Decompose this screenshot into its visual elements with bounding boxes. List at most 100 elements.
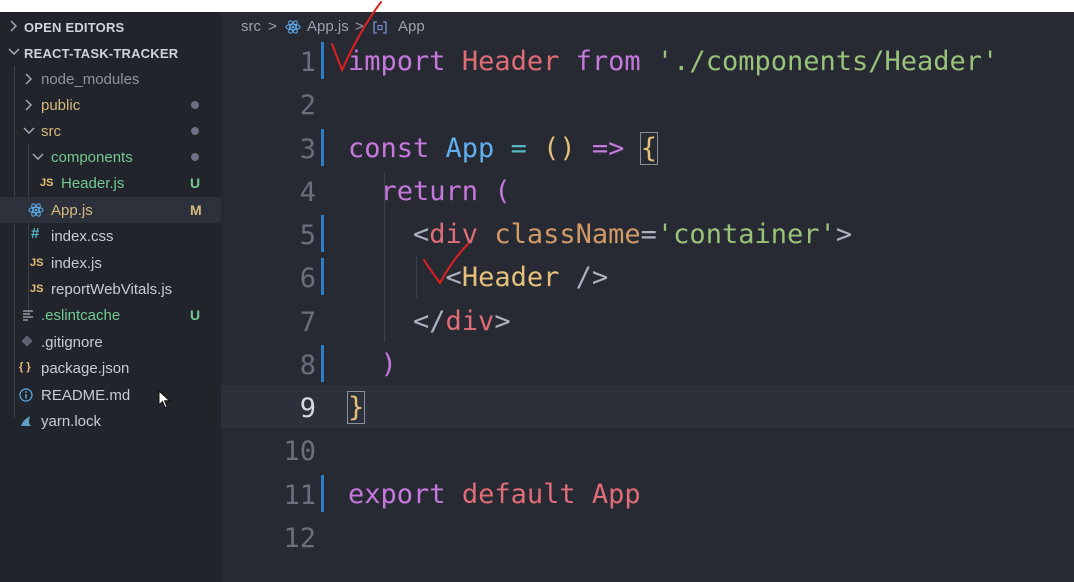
git-change-marker: [321, 258, 324, 295]
open-brace: {: [639, 132, 658, 165]
project-label: REACT-TASK-TRACKER: [24, 46, 179, 61]
mouse-pointer-icon: [158, 390, 171, 409]
js-file-icon: JS: [40, 177, 54, 189]
code-line[interactable]: 10: [221, 428, 1074, 471]
code-line[interactable]: 1 import Header from './components/Heade…: [221, 39, 1074, 82]
code-line[interactable]: 6 <Header />: [221, 255, 1074, 298]
css-file-icon: #: [31, 225, 40, 242]
tree-item-components[interactable]: components: [0, 144, 221, 170]
code-line[interactable]: 5 <div className='container'>: [221, 212, 1074, 255]
chevron-down-icon: [32, 153, 44, 160]
tree-item-public[interactable]: public: [0, 92, 221, 118]
lines-file-icon: [23, 310, 33, 321]
info-icon: [19, 388, 33, 402]
code-line[interactable]: 11 export default App: [221, 472, 1074, 515]
tree-item-label: Header.js: [61, 175, 125, 192]
code-text: const App = () => {: [348, 132, 658, 165]
component-name: Header: [461, 262, 560, 293]
tree-item-index-css[interactable]: # index.css: [0, 223, 221, 249]
tree-item-package-json[interactable]: { } package.json: [0, 355, 221, 381]
tree-item-label: node_modules: [41, 71, 140, 88]
tree-item-app-js[interactable]: App.js M: [0, 197, 221, 223]
tag-bracket: >: [494, 306, 511, 337]
tree-item-label: index.css: [51, 228, 114, 245]
code-text: import Header from './components/Header': [348, 47, 998, 77]
code-text: return (: [348, 177, 511, 207]
chevron-down-icon: [23, 127, 35, 134]
tree-item-yarn-lock[interactable]: yarn.lock: [0, 408, 221, 434]
line-number: 5: [299, 220, 316, 251]
parens: (): [543, 133, 576, 164]
tree-item-label: yarn.lock: [41, 413, 102, 430]
code-line[interactable]: 4 return (: [221, 169, 1074, 212]
tag-name: div: [429, 219, 479, 250]
untracked-badge: U: [190, 307, 201, 323]
open-editors-section[interactable]: OPEN EDITORS: [0, 16, 221, 38]
react-icon: [285, 20, 301, 34]
code-line-current[interactable]: 9 }: [221, 385, 1074, 428]
tree-item-label: package.json: [41, 360, 130, 377]
identifier: App: [591, 479, 641, 510]
line-number: 6: [299, 263, 316, 294]
code-line[interactable]: 12: [221, 515, 1074, 558]
close-brace: }: [346, 391, 366, 424]
keyword-default: default: [461, 479, 576, 510]
chevron-right-icon: [10, 20, 17, 32]
tree-item-label: README.md: [41, 387, 131, 404]
explorer-sidebar: OPEN EDITORS REACT-TASK-TRACKER node_mod…: [0, 12, 221, 582]
line-number: 7: [299, 307, 316, 338]
code-line[interactable]: 2: [221, 82, 1074, 125]
keyword: return: [380, 176, 479, 207]
breadcrumb-file[interactable]: App.js: [307, 18, 349, 35]
function-name: App: [445, 133, 495, 164]
keyword: export: [348, 479, 446, 510]
line-number: 2: [299, 90, 316, 121]
tree-item-readme[interactable]: README.md: [0, 382, 221, 408]
tree-item-header-js[interactable]: JS Header.js U: [0, 170, 221, 196]
symbol-class-icon: [373, 21, 387, 34]
indent-guide: [384, 172, 385, 342]
modified-dot-icon: [191, 127, 199, 135]
git-icon: [21, 335, 33, 347]
string-literal: './components/Header': [656, 46, 999, 77]
tree-item-eslintcache[interactable]: .eslintcache U: [0, 302, 221, 328]
code-line[interactable]: 3 const App = () => {: [221, 126, 1074, 169]
line-number: 11: [283, 480, 316, 511]
tree-item-label: reportWebVitals.js: [51, 281, 173, 298]
tree-item-label: .gitignore: [41, 334, 103, 351]
breadcrumb-separator: >: [355, 18, 364, 35]
tree-item-label: .eslintcache: [41, 307, 121, 324]
code-text: ): [348, 350, 397, 380]
code-text: <div className='container'>: [348, 220, 852, 250]
code-line[interactable]: 7 </div>: [221, 299, 1074, 342]
chevron-right-icon: [25, 99, 32, 111]
tree-item-index-js[interactable]: JS index.js: [0, 250, 221, 276]
tree-item-src[interactable]: src: [0, 118, 221, 144]
tag-bracket: />: [559, 262, 609, 293]
close-paren: ): [380, 349, 397, 380]
vscode-window: OPEN EDITORS REACT-TASK-TRACKER node_mod…: [0, 12, 1074, 582]
string-literal: 'container': [656, 219, 836, 250]
tag-name: div: [445, 306, 495, 337]
operator: =: [510, 133, 527, 164]
tree-item-report-web-vitals[interactable]: JS reportWebVitals.js: [0, 276, 221, 302]
untracked-dot-icon: [191, 153, 199, 161]
tree-item-gitignore[interactable]: .gitignore: [0, 329, 221, 355]
tree-item-label: components: [51, 149, 133, 166]
project-section[interactable]: REACT-TASK-TRACKER: [0, 42, 221, 64]
tree-item-node-modules[interactable]: node_modules: [0, 66, 221, 92]
modified-dot-icon: [191, 101, 199, 109]
keyword: from: [575, 46, 641, 77]
breadcrumb-folder[interactable]: src: [241, 18, 261, 35]
code-line[interactable]: 8 ): [221, 342, 1074, 385]
attribute-name: className: [494, 219, 641, 250]
untracked-badge: U: [190, 175, 201, 191]
breadcrumb-symbol[interactable]: App: [398, 18, 425, 35]
js-file-icon: JS: [30, 283, 44, 295]
keyword: import: [348, 46, 446, 77]
tree-item-label: index.js: [51, 255, 102, 272]
open-paren: (: [494, 176, 511, 207]
line-number: 10: [283, 436, 316, 467]
breadcrumb: src > App.js > App: [221, 12, 1074, 40]
line-number: 3: [299, 134, 316, 165]
